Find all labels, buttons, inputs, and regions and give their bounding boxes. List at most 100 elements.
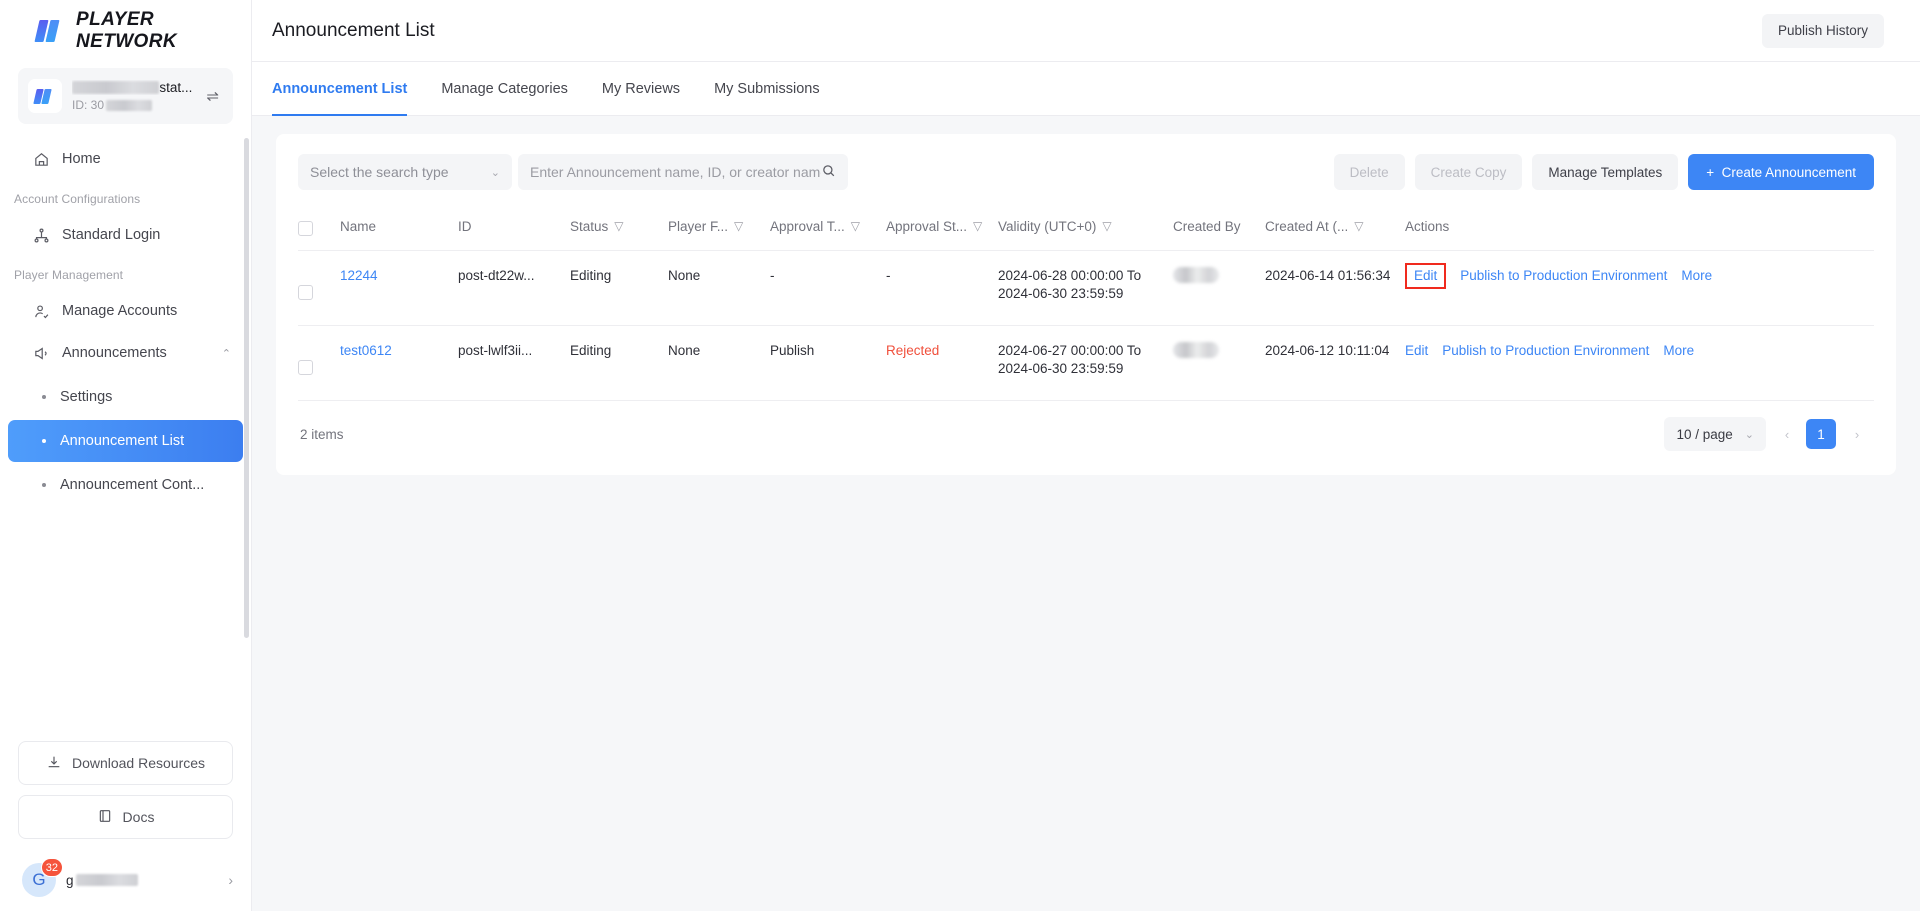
- cell-validity: 2024-06-27 00:00:00 To 2024-06-30 23:59:…: [998, 326, 1173, 401]
- col-approval-status: Approval St...▽: [886, 204, 998, 251]
- home-icon: [32, 150, 50, 168]
- more-action[interactable]: More: [1663, 342, 1694, 360]
- cell-status: Editing: [570, 251, 668, 326]
- col-created-at: Created At (...▽: [1265, 204, 1405, 251]
- download-resources-button[interactable]: Download Resources: [18, 741, 233, 785]
- bullet-icon: [42, 483, 46, 487]
- org-name-suffix: stat...: [159, 80, 192, 95]
- filter-icon[interactable]: ▽: [734, 218, 743, 234]
- filter-icon[interactable]: ▽: [973, 218, 982, 234]
- col-name-label: Name: [340, 218, 376, 235]
- search-input[interactable]: [530, 164, 821, 180]
- announcement-name-link[interactable]: 12244: [340, 268, 378, 283]
- sidebar-item-announcements-label: Announcements: [62, 345, 167, 361]
- sidebar-item-announcement-list[interactable]: Announcement List: [8, 420, 243, 462]
- search-icon[interactable]: [821, 163, 836, 181]
- cell-approval-type: Publish: [770, 326, 886, 401]
- sidebar-item-manage-accounts-label: Manage Accounts: [62, 303, 177, 319]
- next-page-button[interactable]: ›: [1842, 419, 1872, 449]
- search-type-select-label: Select the search type: [310, 164, 449, 180]
- org-switcher[interactable]: stat... ID: 30 ⇌: [18, 68, 233, 124]
- sidebar-group-player-management: Player Management: [0, 256, 251, 290]
- tab-my-submissions[interactable]: My Submissions: [714, 62, 820, 116]
- sidebar-scrollbar[interactable]: [244, 138, 249, 638]
- chevron-up-icon[interactable]: ⌃: [222, 347, 231, 360]
- edit-action[interactable]: Edit: [1405, 342, 1428, 360]
- tab-my-reviews[interactable]: My Reviews: [602, 62, 680, 116]
- user-account-row[interactable]: G 32 g ›: [0, 849, 251, 911]
- col-approval-type: Approval T... ▽: [770, 204, 886, 251]
- announcement-card: Select the search type ⌄ Delete Create C…: [276, 134, 1896, 475]
- more-action[interactable]: More: [1681, 267, 1712, 285]
- create-copy-button[interactable]: Create Copy: [1415, 154, 1523, 190]
- main-area: Announcement List Publish History Announ…: [252, 0, 1920, 911]
- publish-history-button[interactable]: Publish History: [1762, 14, 1884, 48]
- cell-actions: Edit Publish to Production Environment M…: [1405, 326, 1874, 401]
- org-id-redacted: [106, 100, 152, 111]
- tab-announcement-list[interactable]: Announcement List: [272, 62, 407, 116]
- cell-approval-status: Rejected: [886, 326, 998, 401]
- page-size-select[interactable]: 10 / page ⌄: [1664, 417, 1766, 451]
- col-approval-type-label: Approval T...: [770, 218, 845, 235]
- page-number-1[interactable]: 1: [1806, 419, 1836, 449]
- filter-icon[interactable]: ▽: [1354, 218, 1363, 234]
- row-checkbox[interactable]: [298, 285, 313, 300]
- topbar: Announcement List Publish History: [252, 0, 1920, 62]
- cell-approval-type: -: [770, 251, 886, 326]
- col-id: ID: [458, 204, 570, 251]
- sitemap-icon: [32, 226, 50, 244]
- delete-button[interactable]: Delete: [1334, 154, 1405, 190]
- cell-approval-status: -: [886, 251, 998, 326]
- plus-icon: +: [1706, 165, 1714, 180]
- cell-player-filter: None: [668, 326, 770, 401]
- org-id-prefix: ID: 30: [72, 98, 104, 112]
- publish-to-production-action[interactable]: Publish to Production Environment: [1460, 267, 1667, 285]
- org-id: ID: 30: [72, 98, 192, 112]
- col-validity: Validity (UTC+0) ▽: [998, 204, 1173, 251]
- filter-icon[interactable]: ▽: [851, 218, 860, 234]
- col-status: Status▽: [570, 204, 668, 251]
- prev-page-button[interactable]: ‹: [1772, 419, 1802, 449]
- sidebar-item-announcements[interactable]: Announcements ⌃: [8, 332, 243, 374]
- col-validity-label: Validity (UTC+0): [998, 218, 1096, 235]
- search-type-select[interactable]: Select the search type ⌄: [298, 154, 512, 190]
- table-header-row: Name ID Status▽ Player F...▽ Approval T.: [298, 204, 1874, 251]
- player-network-logo-icon: [36, 20, 66, 42]
- docs-button[interactable]: Docs: [18, 795, 233, 839]
- sidebar-item-home[interactable]: Home: [8, 138, 243, 180]
- tab-bar: Announcement List Manage Categories My R…: [252, 62, 1920, 116]
- sidebar: PLAYER NETWORK stat... ID: 30 ⇌ Home Acc…: [0, 0, 252, 911]
- user-name: g: [66, 873, 218, 888]
- download-resources-label: Download Resources: [72, 755, 205, 771]
- sidebar-group-account-configurations: Account Configurations: [0, 180, 251, 214]
- create-announcement-button[interactable]: + Create Announcement: [1688, 154, 1874, 190]
- sidebar-item-announcement-content[interactable]: Announcement Cont...: [8, 464, 243, 506]
- tab-manage-categories[interactable]: Manage Categories: [441, 62, 568, 116]
- chevron-down-icon: ⌄: [1745, 428, 1754, 441]
- brand-header: PLAYER NETWORK: [0, 0, 251, 62]
- edit-action[interactable]: Edit: [1405, 263, 1446, 289]
- page-title: Announcement List: [272, 20, 435, 42]
- megaphone-icon: [32, 344, 50, 362]
- org-logo-icon: [28, 79, 62, 113]
- cell-created-by: [1173, 251, 1265, 326]
- row-checkbox[interactable]: [298, 360, 313, 375]
- announcement-name-link[interactable]: test0612: [340, 343, 392, 358]
- manage-templates-button[interactable]: Manage Templates: [1532, 154, 1678, 190]
- created-by-redacted: [1173, 342, 1219, 358]
- filter-icon[interactable]: ▽: [614, 218, 623, 234]
- org-name-redacted: [72, 81, 159, 94]
- notification-badge: 32: [41, 858, 63, 877]
- filter-icon[interactable]: ▽: [1102, 218, 1111, 234]
- select-all-checkbox[interactable]: [298, 221, 313, 236]
- cell-status: Editing: [570, 326, 668, 401]
- swap-accounts-icon[interactable]: ⇌: [202, 83, 223, 109]
- sidebar-item-standard-login[interactable]: Standard Login: [8, 214, 243, 256]
- sidebar-item-home-label: Home: [62, 151, 101, 167]
- sidebar-item-manage-accounts[interactable]: Manage Accounts: [8, 290, 243, 332]
- publish-to-production-action[interactable]: Publish to Production Environment: [1442, 342, 1649, 360]
- chevron-right-icon[interactable]: ›: [228, 872, 233, 888]
- sidebar-item-settings[interactable]: Settings: [8, 376, 243, 418]
- col-actions: Actions: [1405, 204, 1874, 251]
- sidebar-item-standard-login-label: Standard Login: [62, 227, 160, 243]
